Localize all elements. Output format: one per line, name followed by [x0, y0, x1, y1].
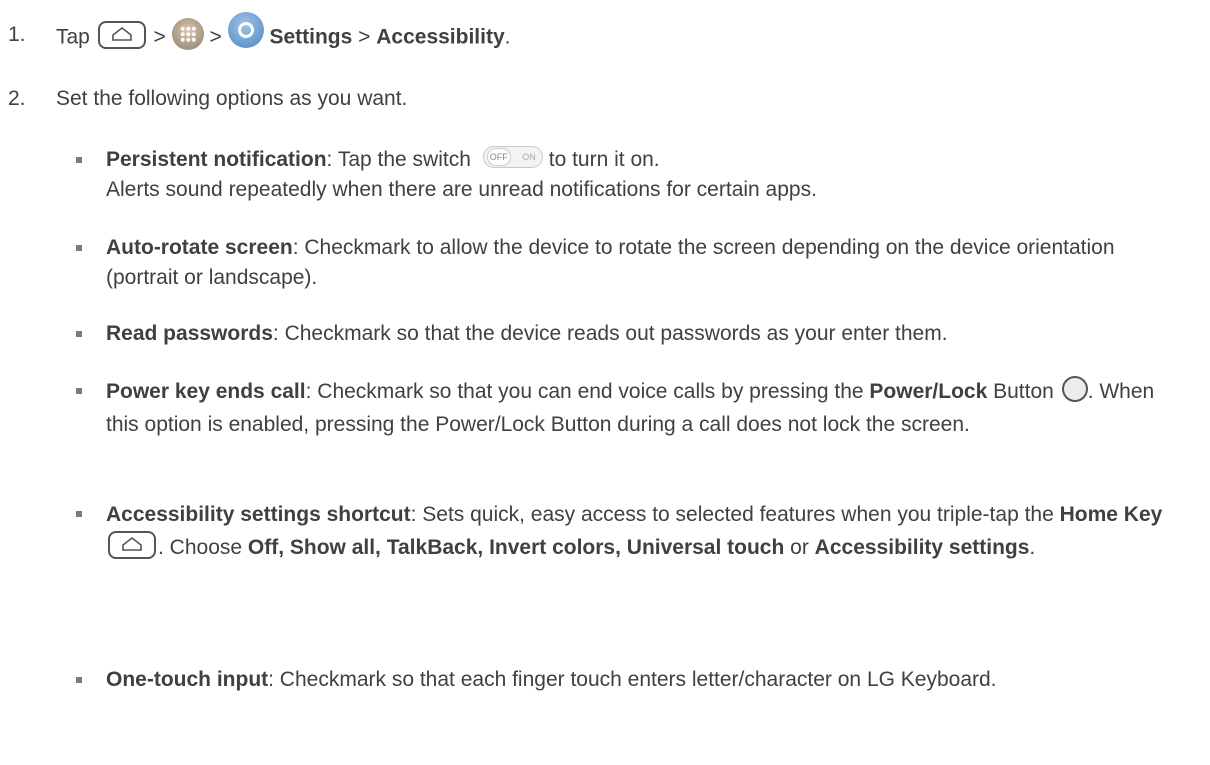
bullet-icon — [76, 331, 82, 337]
home-key-icon — [97, 21, 146, 49]
item-text: : Tap the switch — [326, 148, 471, 171]
item-text: : Checkmark so that each finger touch en… — [268, 668, 997, 691]
separator: > — [153, 25, 166, 49]
home-key-icon — [108, 531, 156, 560]
item-text: or — [784, 536, 815, 559]
item-text: Button — [987, 380, 1054, 403]
item-text: : Sets quick, easy access to selected fe… — [410, 503, 1060, 526]
period: . — [504, 25, 511, 49]
home-key-label: Home Key — [1059, 503, 1163, 526]
accessibility-settings-label: Accessibility settings — [814, 536, 1030, 559]
shortcut-options: Off, Show all, TalkBack, Invert colors, … — [247, 536, 785, 559]
settings-label: Settings — [269, 25, 353, 49]
list-item-one-touch-input: One-touch input: Checkmark so that each … — [76, 665, 1186, 695]
off-on-switch-icon: OFF ON — [482, 146, 543, 169]
list-item-persistent-notification: Persistent notification: Tap the switch … — [76, 145, 1186, 205]
bullet-icon — [76, 388, 82, 394]
power-lock-button-icon — [1061, 376, 1088, 403]
list-item-power-key-ends-call: Power key ends call: Checkmark so that y… — [76, 375, 1186, 441]
bullet-icon — [76, 157, 82, 163]
item-text: : Checkmark so that the device reads out… — [272, 322, 948, 345]
item-title: Power key ends call — [106, 380, 306, 403]
power-lock-label: Power/Lock — [869, 380, 988, 403]
item-description: Alerts sound repeatedly when there are u… — [106, 178, 817, 201]
item-text: : Checkmark so that you can end voice ca… — [305, 380, 864, 403]
bullet-icon — [76, 245, 82, 251]
item-title: Persistent notification — [106, 148, 327, 171]
item-title: Read passwords — [106, 322, 273, 345]
apps-icon — [171, 18, 204, 50]
step-number: 1. — [8, 23, 26, 46]
item-title: Auto-rotate screen — [106, 236, 293, 259]
item-title: Accessibility settings shortcut — [106, 503, 411, 526]
period: . — [1029, 536, 1036, 559]
toggle-off-label: OFF — [486, 148, 511, 167]
step-text: Tap > > Settings > Accessibility. — [56, 12, 511, 56]
settings-gear-icon — [227, 12, 264, 48]
step-number: 2. — [8, 87, 26, 110]
bullet-icon — [76, 511, 82, 517]
item-title: One-touch input — [106, 668, 269, 691]
list-item-read-passwords: Read passwords: Checkmark so that the de… — [76, 319, 1186, 349]
document-page: 1. Tap > > Settings > Accessibility. 2. … — [0, 0, 1210, 765]
toggle-on-label: ON — [522, 152, 536, 163]
list-item-accessibility-settings-shortcut: Accessibility settings shortcut: Sets qu… — [76, 498, 1186, 564]
list-item-auto-rotate-screen: Auto-rotate screen: Checkmark to allow t… — [76, 233, 1186, 293]
tap-word: Tap — [56, 25, 90, 49]
bullet-icon — [76, 677, 82, 683]
separator: > — [358, 25, 371, 49]
step-text: Set the following options as you want. — [56, 87, 408, 110]
accessibility-label: Accessibility — [376, 25, 505, 49]
item-text: to turn it on. — [548, 148, 660, 171]
item-text: . Choose — [158, 536, 248, 559]
separator: > — [209, 25, 222, 49]
